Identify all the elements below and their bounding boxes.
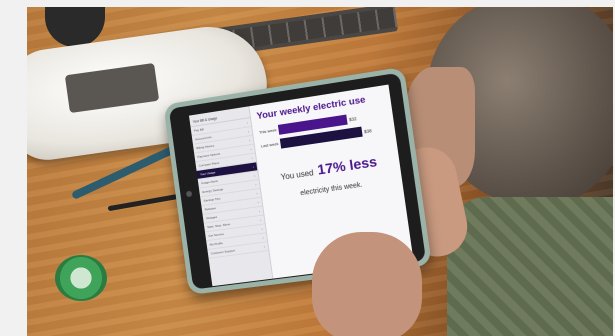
person-hand-left [312, 232, 422, 336]
sidebar-item-label: Outages [206, 215, 218, 220]
sidebar-item-label: Your Usage [200, 170, 216, 176]
sidebar-item-label: Rebates [205, 206, 217, 211]
chevron-right-icon: › [249, 138, 251, 142]
sidebar-item-label: Account Info [195, 135, 212, 141]
sidebar-item-label: Energy Savings [202, 187, 223, 194]
sidebar-item-label: Usage Alerts [201, 179, 218, 185]
chevron-right-icon: › [248, 129, 250, 133]
chevron-right-icon: › [259, 209, 261, 213]
sidebar-item-label: Compare Plans [199, 161, 220, 168]
sidebar-item-label: Payment Options [197, 152, 220, 159]
usage-value: $38 [364, 128, 372, 134]
summary-prefix: You used [280, 168, 314, 182]
summary-percent: 17% less [316, 153, 378, 177]
chevron-right-icon: › [257, 200, 259, 204]
screenshot-frame: Your Bill & Usage Pay Bill › Account Info ›… [0, 0, 615, 336]
chevron-right-icon: › [255, 182, 257, 186]
home-button-icon[interactable] [186, 191, 192, 198]
chevron-right-icon: › [256, 191, 258, 195]
usage-row-label: Last week [261, 142, 281, 149]
chevron-right-icon: › [254, 174, 256, 178]
person-shirt [447, 197, 613, 336]
chevron-right-icon: › [246, 121, 248, 125]
chevron-right-icon: › [251, 156, 253, 160]
sidebar-item-label: Pay Bill [194, 127, 204, 132]
usage-row-label: This week [259, 128, 279, 135]
chevron-right-icon: › [261, 227, 263, 231]
chevron-right-icon: › [262, 236, 264, 240]
photo: Your Bill & Usage Pay Bill › Account Info ›… [27, 7, 613, 336]
sidebar-item-label: Get Service [208, 232, 224, 238]
chevron-right-icon: › [264, 244, 266, 248]
chevron-right-icon: › [260, 218, 262, 222]
usage-summary: You used 17% less electricity this week. [264, 151, 397, 205]
sidebar-item-label: Start, Stop, Move [207, 222, 230, 229]
sidebar-item-label: Savings Tips [203, 197, 220, 203]
chevron-right-icon: › [253, 165, 255, 169]
sidebar-item-label: Customer Support [211, 248, 236, 255]
sidebar-item-label: Billing History [196, 144, 214, 151]
usage-value: $32 [349, 116, 357, 122]
sidebar-item-label: My Profile [209, 241, 223, 247]
summary-suffix: electricity this week. [300, 182, 363, 198]
solder-spool [55, 255, 107, 301]
chevron-right-icon: › [250, 147, 252, 151]
